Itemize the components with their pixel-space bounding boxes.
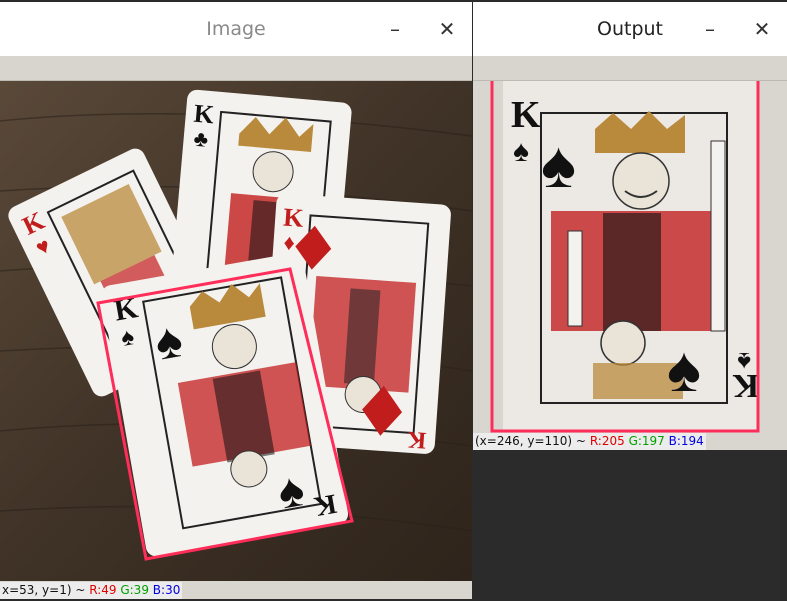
image-status-coords: x=53, y=1) ~ [2,583,86,597]
spade-icon: ♠ [541,127,576,201]
output-status-coords: (x=246, y=110) ~ [475,434,586,448]
output-status-green: G:197 [628,434,665,448]
output-window-titlebar[interactable]: Output – ✕ [473,2,787,56]
close-icon[interactable]: ✕ [432,14,462,44]
minimize-icon[interactable]: – [380,14,410,44]
close-icon[interactable]: ✕ [747,14,777,44]
image-window: Image – ✕ K ♥ K ♣ K ♦ K K ♠ ♠ ♠ K x=53, … [0,2,472,599]
image-toolbar [0,56,472,81]
svg-text:K: K [732,367,759,404]
output-status-blue: B:194 [668,434,704,448]
image-canvas[interactable]: K ♥ ♥ K ♣ K ♦ [0,81,472,581]
output-window-title: Output [597,18,663,40]
svg-text:K: K [406,426,427,453]
spade-icon: ♠ [513,135,529,168]
svg-text:K: K [282,203,305,233]
output-status-bar: (x=246, y=110) ~ R:205 G:197 B:194 [473,433,706,450]
club-icon: ♣ [193,126,210,152]
image-photo: K ♥ ♥ K ♣ K ♦ [0,81,472,581]
spade-icon: ♠ [667,333,701,405]
diamond-icon: ♦ [283,230,296,256]
image-status-blue: B:30 [152,583,181,597]
svg-text:K: K [193,99,216,130]
output-window: Output – ✕ K ♠ ♠ ♠ ♠ K (x=246, y=110) ~ … [473,2,787,450]
output-canvas[interactable]: K ♠ ♠ ♠ ♠ K [473,81,787,433]
image-status-red: R:49 [89,583,117,597]
minimize-icon[interactable]: – [695,14,725,44]
output-image: K ♠ ♠ ♠ ♠ K [473,81,787,433]
image-window-title: Image [206,18,266,40]
output-status-red: R:205 [589,434,625,448]
image-status-green: G:39 [120,583,149,597]
image-status-bar: x=53, y=1) ~ R:49 G:39 B:30 [0,582,183,599]
image-window-titlebar[interactable]: Image – ✕ [0,2,472,56]
svg-text:K: K [511,94,541,136]
output-toolbar [473,56,787,81]
